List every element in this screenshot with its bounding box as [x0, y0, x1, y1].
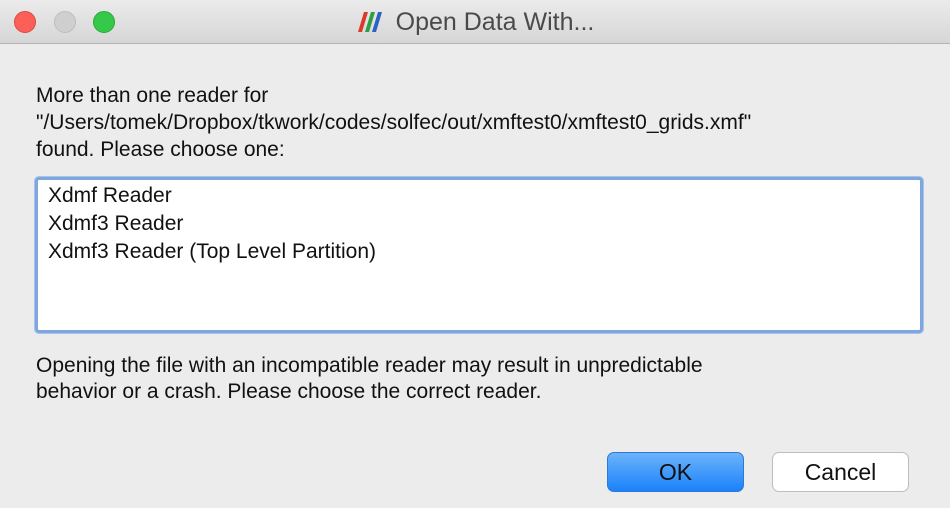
prompt-message: More than one reader for "/Users/tomek/D…	[36, 82, 936, 163]
prompt-line: found. Please choose one:	[36, 138, 285, 161]
reader-list[interactable]: Xdmf Reader Xdmf3 Reader Xdmf3 Reader (T…	[35, 177, 923, 333]
cancel-button[interactable]: Cancel	[772, 452, 909, 492]
warning-line: Opening the file with an incompatible re…	[36, 354, 703, 377]
reader-list-item[interactable]: Xdmf3 Reader	[48, 210, 920, 238]
title-bar: Open Data With...	[0, 0, 950, 44]
warning-line: behavior or a crash. Please choose the c…	[36, 380, 542, 403]
window-title-group: Open Data With...	[0, 0, 950, 44]
reader-list-item[interactable]: Xdmf Reader	[48, 182, 920, 210]
open-data-with-dialog: Open Data With... More than one reader f…	[0, 0, 950, 508]
ok-button[interactable]: OK	[607, 452, 744, 492]
warning-message: Opening the file with an incompatible re…	[36, 353, 936, 405]
file-path-text: "/Users/tomek/Dropbox/tkwork/codes/solfe…	[36, 111, 752, 134]
reader-list-item[interactable]: Xdmf3 Reader (Top Level Partition)	[48, 238, 920, 266]
prompt-line: More than one reader for	[36, 84, 269, 107]
window-title: Open Data With...	[395, 7, 595, 36]
paraview-logo-icon	[357, 12, 382, 32]
